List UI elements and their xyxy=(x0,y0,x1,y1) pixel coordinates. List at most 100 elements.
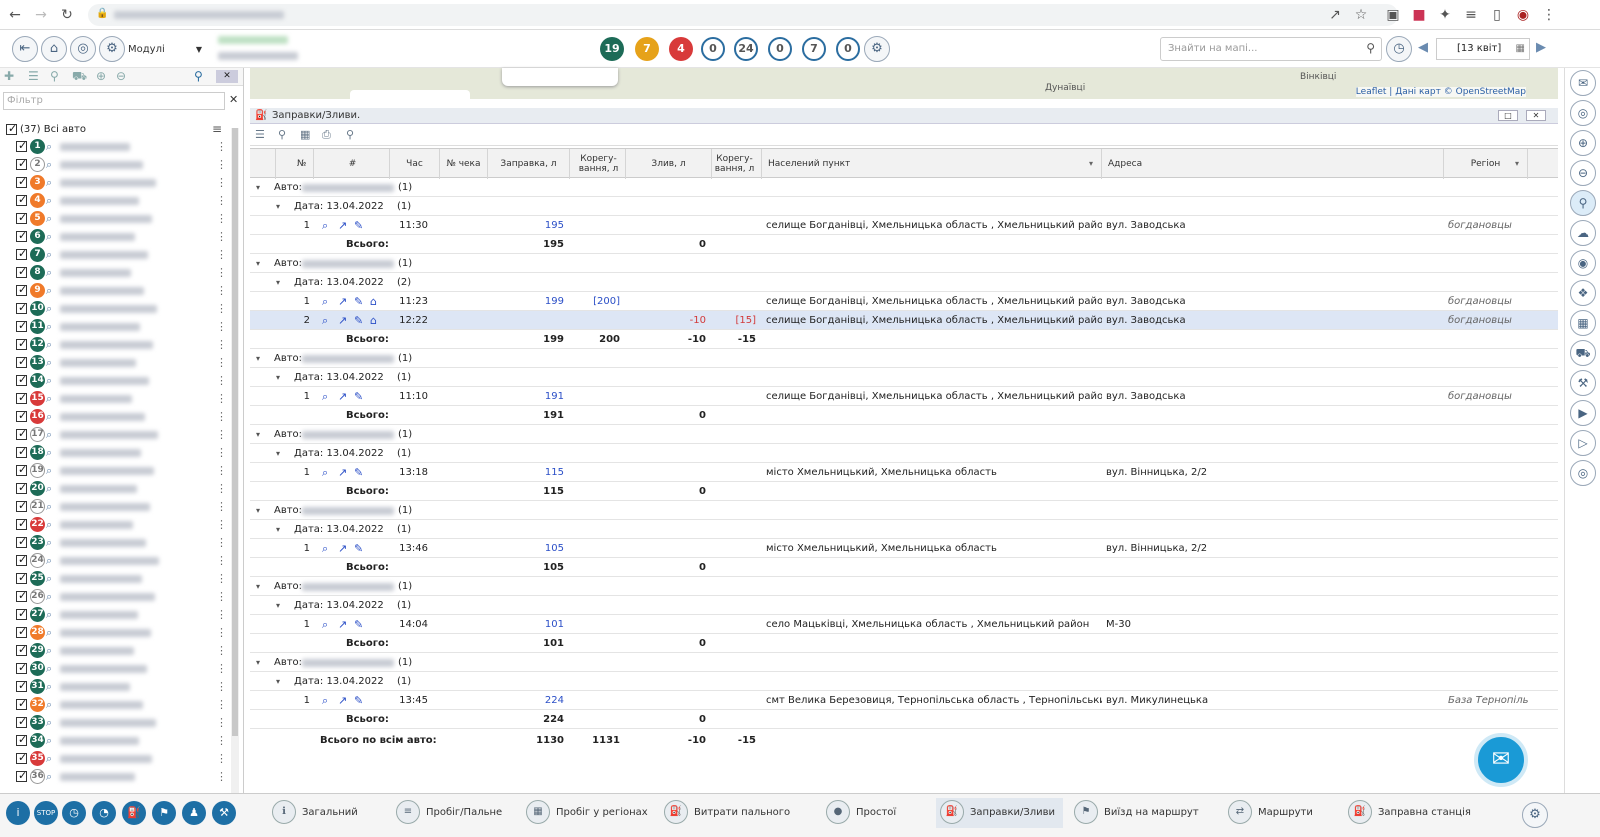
prev-date-icon[interactable]: ◀ xyxy=(1418,40,1428,55)
vehicle-menu-icon[interactable]: ⋮ xyxy=(216,734,227,747)
locate-icon[interactable]: ⌕ xyxy=(46,662,52,676)
vehicle-menu-icon[interactable]: ⋮ xyxy=(216,356,227,369)
preview-icon[interactable]: ⚲ xyxy=(346,128,354,141)
locate-icon[interactable]: ⌕ xyxy=(46,266,52,280)
vehicle-menu-icon[interactable]: ⋮ xyxy=(216,680,227,693)
status-counter[interactable]: 0 xyxy=(768,37,792,61)
col-time[interactable]: Час xyxy=(390,149,440,179)
col-address[interactable]: Адреса xyxy=(1102,149,1444,179)
fuel-icon[interactable]: ⛽ xyxy=(122,801,146,825)
col-fill-corr[interactable]: Корегу-вання, л xyxy=(572,149,626,179)
auto-group-row[interactable]: ▾ Авто: (1) xyxy=(250,178,1558,197)
edit-icon[interactable]: ✎ xyxy=(354,387,363,406)
vehicle-menu-icon[interactable]: ⋮ xyxy=(216,698,227,711)
col-receipt[interactable]: № чека xyxy=(440,149,488,179)
date-group-row[interactable]: ▾ Дата: 13.04.2022 (1) xyxy=(250,197,1558,216)
edit-icon[interactable]: ✎ xyxy=(354,311,363,330)
video-icon[interactable]: ▷ xyxy=(1570,430,1596,456)
share-icon[interactable]: ↗ xyxy=(1326,6,1344,24)
col-fill[interactable]: Заправка, л xyxy=(488,149,570,179)
locate-icon[interactable]: ⌕ xyxy=(46,320,52,334)
vehicle-item[interactable]: 32⌕ ⋮ xyxy=(4,696,228,714)
vehicle-item[interactable]: 17⌕ ⋮ xyxy=(4,426,228,444)
wrench-icon[interactable]: ⚒ xyxy=(212,801,236,825)
vehicle-checkbox[interactable] xyxy=(16,535,27,548)
vehicle-checkbox[interactable] xyxy=(16,697,27,710)
vehicle-menu-icon[interactable]: ⋮ xyxy=(216,230,227,243)
locate-icon[interactable]: ⌕ xyxy=(46,284,52,298)
col-drain-corr[interactable]: Корегу-вання, л xyxy=(708,149,762,179)
chat-button[interactable]: ✉ xyxy=(1474,733,1528,787)
report-tab[interactable]: ▦ Пробіг у регіонах xyxy=(526,798,648,828)
status-counter[interactable]: 24 xyxy=(734,37,758,61)
vehicle-menu-icon[interactable]: ⋮ xyxy=(216,644,227,657)
auto-group-row[interactable]: ▾ Авто: (1) xyxy=(250,349,1558,368)
locate-icon[interactable]: ⌕ xyxy=(46,590,52,604)
locate-icon[interactable]: ⌕ xyxy=(46,500,52,514)
vehicle-item[interactable]: 15⌕ ⋮ xyxy=(4,390,228,408)
vehicle-checkbox[interactable] xyxy=(16,445,27,458)
col-hash[interactable]: # xyxy=(316,149,390,179)
puzzle-icon[interactable]: ✦ xyxy=(1436,6,1454,24)
locate-icon[interactable]: ⌕ xyxy=(46,716,52,730)
chart-icon[interactable]: ↗ xyxy=(338,311,347,330)
vehicle-menu-icon[interactable]: ⋮ xyxy=(216,716,227,729)
locate-icon[interactable]: ⌕ xyxy=(46,608,52,622)
vehicle-menu-icon[interactable]: ⋮ xyxy=(216,266,227,279)
gear-icon[interactable]: ⚙ xyxy=(99,36,125,62)
globe-icon[interactable]: ◎ xyxy=(70,36,96,62)
date-group-row[interactable]: ▾ Дата: 13.04.2022 (1) xyxy=(250,368,1558,387)
search-map-icon[interactable]: ⚲ xyxy=(1570,190,1596,216)
star-icon[interactable]: ☆ xyxy=(1352,6,1370,24)
edit-icon[interactable]: ✎ xyxy=(354,539,363,558)
layers-icon[interactable]: ◎ xyxy=(1570,100,1596,126)
vehicle-item[interactable]: 34⌕ ⋮ xyxy=(4,732,228,750)
vehicle-checkbox[interactable] xyxy=(16,643,27,656)
collapse-icon[interactable]: ▾ xyxy=(256,501,260,520)
report-tab[interactable]: ℹ Загальний xyxy=(272,798,358,828)
report-tab[interactable]: ⛽ Заправки/Зливи xyxy=(936,798,1064,828)
vehicle-menu-icon[interactable]: ⋮ xyxy=(216,662,227,675)
table-row[interactable]: 1 ⌕ ↗ ✎ 13:18 115 місто Хмельницький, Хмельниц… xyxy=(250,463,1558,482)
vehicle-item[interactable]: 19⌕ ⋮ xyxy=(4,462,228,480)
report-tab[interactable]: ⛽ Заправна станція xyxy=(1348,798,1471,828)
edit-icon[interactable]: ✎ xyxy=(354,292,363,311)
vehicle-checkbox[interactable] xyxy=(16,139,27,152)
vehicle-item[interactable]: 28⌕ ⋮ xyxy=(4,624,228,642)
vehicle-checkbox[interactable] xyxy=(16,715,27,728)
address-bar[interactable]: 🔒 xyxy=(88,4,1398,26)
forward-icon[interactable]: → xyxy=(32,6,50,24)
collapse-icon[interactable]: ▾ xyxy=(276,672,280,691)
vehicle-checkbox[interactable] xyxy=(16,283,27,296)
vehicle-checkbox[interactable] xyxy=(16,157,27,170)
speed-icon[interactable]: ◷ xyxy=(62,801,86,825)
auto-group-row[interactable]: ▾ Авто: (1) xyxy=(250,653,1558,672)
vehicle-menu-icon[interactable]: ⋮ xyxy=(216,140,227,153)
date-group-row[interactable]: ▾ Дата: 13.04.2022 (1) xyxy=(250,520,1558,539)
date-group-row[interactable]: ▾ Дата: 13.04.2022 (2) xyxy=(250,273,1558,292)
settings-icon[interactable]: ⚙ xyxy=(1522,802,1548,828)
auto-group-row[interactable]: ▾ Авто: (1) xyxy=(250,254,1558,273)
vehicle-item[interactable]: 25⌕ ⋮ xyxy=(4,570,228,588)
zoom-in-icon[interactable]: ⊕ xyxy=(1570,130,1596,156)
vehicle-item[interactable]: 7⌕ ⋮ xyxy=(4,246,228,264)
vehicle-menu-icon[interactable]: ⋮ xyxy=(216,554,227,567)
vehicle-checkbox[interactable] xyxy=(16,733,27,746)
vehicle-menu-icon[interactable]: ⋮ xyxy=(216,248,227,261)
vehicle-menu-icon[interactable]: ⋮ xyxy=(216,374,227,387)
vehicle-item[interactable]: 21⌕ ⋮ xyxy=(4,498,228,516)
vehicle-checkbox[interactable] xyxy=(16,427,27,440)
extension-icon[interactable]: ■ xyxy=(1410,6,1428,24)
table-row[interactable]: 2 ⌕ ↗ ✎ ⌂ 12:22 -10 [15] селище Богданівці, Хмел… xyxy=(250,311,1558,330)
close-icon[interactable]: ✕ xyxy=(1526,110,1546,121)
zoom-in-icon[interactable]: ⊕ xyxy=(96,69,106,83)
vehicle-checkbox[interactable] xyxy=(16,481,27,494)
all-vehicles-row[interactable]: (37) Всі авто ≡ xyxy=(4,122,228,138)
vehicle-checkbox[interactable] xyxy=(16,625,27,638)
zoom-icon[interactable]: ⌕ xyxy=(322,216,328,235)
vehicle-item[interactable]: 35⌕ ⋮ xyxy=(4,750,228,768)
vehicle-menu-icon[interactable]: ⋮ xyxy=(216,338,227,351)
vehicle-menu-icon[interactable]: ⋮ xyxy=(216,446,227,459)
clock-icon[interactable]: ◷ xyxy=(1386,36,1412,62)
locate-icon[interactable]: ⌕ xyxy=(46,212,52,226)
